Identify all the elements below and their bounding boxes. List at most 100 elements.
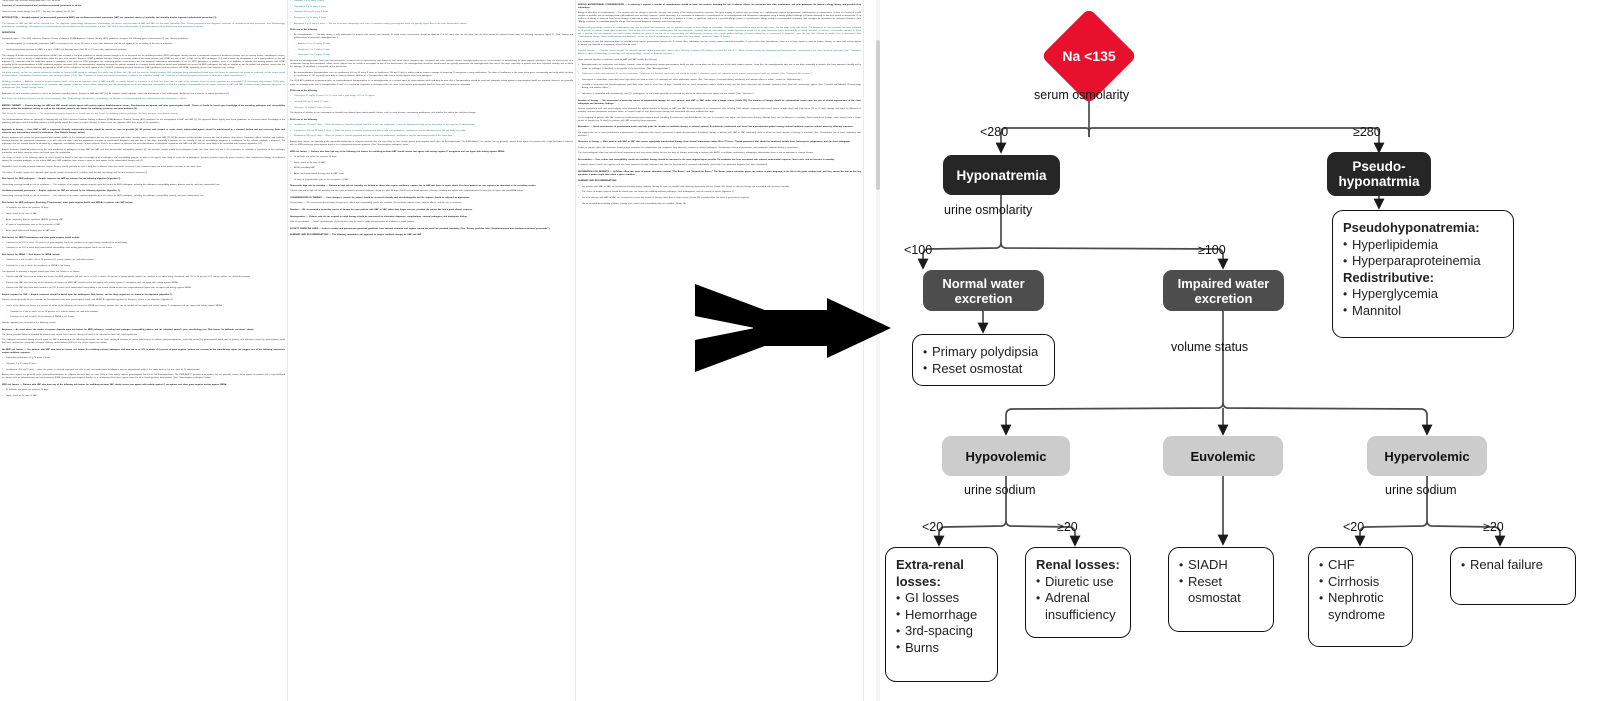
leafbox-hypervolemic-high-na[interactable]: Renal failure xyxy=(1450,547,1576,605)
document-line: IV antibiotic use within the previous 90… xyxy=(2,389,285,392)
extra-renal-heading: Extra-renal losses: xyxy=(896,557,964,589)
document-line: The choice of empiric regimen should be … xyxy=(578,191,861,194)
document-line: We recommend de-escalating antibiotic th… xyxy=(578,202,861,206)
extra-renal-item: Burns xyxy=(896,639,989,657)
document-line: SPECIAL ANTIMICROBIAL CONSIDERATIONS — I… xyxy=(578,3,861,9)
document-line: Ventilator-associated pneumonia — Empiri… xyxy=(2,190,121,193)
node-hypovolemic[interactable]: Hypovolemic xyxy=(942,436,1070,476)
document-line: Septic shock at the time of VAP xyxy=(2,213,285,216)
node-normal-water-excretion[interactable]: Normal water excretion xyxy=(923,270,1044,311)
document-line: SUMMARY AND RECOMMENDATIONS — The follow… xyxy=(290,234,422,237)
document-line: Treatment in a unit in which the prevale… xyxy=(2,316,285,319)
edge-label-volume-status: volume status xyxy=(1171,340,1249,354)
leafbox-hypervolemic-low-na[interactable]: CHFCirrhosisNephrotic syndrome xyxy=(1308,547,1413,647)
leafbox-extra-renal-losses[interactable]: Extra-renal losses: GI lossesHemorrhage3… xyxy=(885,547,998,682)
edge-label-lt280: <280 xyxy=(980,125,1009,139)
document-line: Hospital-acquired (or nosocomial) pneumo… xyxy=(2,43,285,46)
document-line: Patients with VAP who have any of the fo… xyxy=(2,282,285,285)
node-hypervolemic[interactable]: Hypervolemic xyxy=(1367,436,1487,476)
document-line: Potential toxicities — Clinicians should… xyxy=(578,50,861,56)
document-line: PLUS one of the following: xyxy=(290,118,318,121)
extra-renal-list: GI lossesHemorrhage3rd-spacingBurns xyxy=(896,590,989,656)
document-line: For these reasons, we feel that patients… xyxy=(2,72,285,78)
document-line: Empiric treatment should be influenced b… xyxy=(2,148,285,154)
euvolemic-list: SIADHReset osmostat xyxy=(1179,557,1265,607)
document-line: DEFINITIONS xyxy=(2,32,16,35)
document-line: Linezolid 600 mg IV every 12 hours xyxy=(290,101,573,104)
document-line: Aminoglycosides are nephrotoxic and otot… xyxy=(578,64,862,70)
document-line: Vancomycin is nephrotoxic, particularly … xyxy=(578,79,861,82)
document-line: Patients who are at high risk for mortal… xyxy=(290,190,524,193)
node-normal-water-excretion-label: Normal water excretion xyxy=(942,275,1025,306)
document-line: Gentamicin 5 to 7 mg/kg IV daily xyxy=(290,49,573,52)
document-line: No MDR risk factors — For patients with … xyxy=(2,349,285,355)
document-line: Levofloxacin 750 mg IV daily — when the … xyxy=(2,368,285,372)
normal-water-list: Primary polydipsiaReset osmostat xyxy=(923,344,1038,377)
document-line: The choice of empiric agents also depend… xyxy=(2,171,148,174)
document-line: Duration of therapy — We recommend a sev… xyxy=(578,99,861,105)
document-line: Cefepime 2 g IV every 8 hours xyxy=(290,0,573,3)
document-line: Risk factors for MDR pathogens — Empiric… xyxy=(2,178,121,181)
document-line: The decision of whether to use vancomyci… xyxy=(290,112,476,115)
document-line: De-escalation — We recommend de-escalati… xyxy=(290,202,463,205)
document-line: Cefepime 2 g IV every 8 hours xyxy=(2,363,285,366)
document-line: Imipenem 500 mg IV every 6 hours xyxy=(290,11,573,14)
document-line: PLUS one of the following: xyxy=(290,90,318,93)
document-line: Role of procalcitonin — Serial measureme… xyxy=(290,220,415,223)
document-line: Acute respiratory distress syndrome (ARD… xyxy=(2,218,285,222)
document-line: SUMMARY AND RECOMMENDATIONS xyxy=(578,180,617,183)
document-line: Patients with VAP who have no known risk… xyxy=(2,276,285,279)
document-line: Patients with VAP who have been treated … xyxy=(2,287,285,290)
node-impaired-water-excretion[interactable]: Impaired water excretion xyxy=(1163,270,1284,311)
leafbox-pseudohyponatremia[interactable]: Pseudohyponatremia: HyperlipidemiaHyperp… xyxy=(1332,210,1514,338)
document-line: An aminoglycoside — One-daily dosing is … xyxy=(290,34,574,40)
document-line: For patients with HAP or VAP, we recomme… xyxy=(578,185,861,189)
document-line: Tobramycin 5 to 7 mg/kg IV daily xyxy=(290,54,573,57)
document-line: Treatment of hospital-acquired and venti… xyxy=(2,5,81,8)
edge-label-lt100: <100 xyxy=(904,243,933,257)
document-line: Telavancin is associated with nephrotoxi… xyxy=(578,93,861,96)
edge-label-urine-osmolarity: urine osmolarity xyxy=(944,203,1033,217)
edge-label-urine-sodium-right: urine sodium xyxy=(1385,483,1457,497)
document-line: Patients should generally receive covera… xyxy=(2,299,174,302)
renal-losses-body: Renal losses: Diuretic useAdrenal insuff… xyxy=(1036,557,1122,623)
document-line: INTRODUCTION — Hospital-acquired (or nos… xyxy=(2,17,217,20)
node-euvolemic-label: Euvolemic xyxy=(1190,448,1256,464)
document-line: CONSIDERATIONS IN THERAPY — Once therapy… xyxy=(290,197,470,200)
document-line: PLUS one of the following: xyxy=(290,29,318,32)
document-line: Piperacillin-tazobactam 4.5 g IV every 6… xyxy=(2,357,285,360)
extra-renal-item: 3rd-spacing xyxy=(896,623,989,640)
document-line: IV antibiotic use within the previous 90… xyxy=(2,207,285,210)
document-line: In the subgroup of patients with VAP cau… xyxy=(578,116,861,122)
leafbox-normal-water-causes[interactable]: Primary polydipsiaReset osmostat xyxy=(912,334,1055,386)
leafbox-euvolemic-causes[interactable]: SIADHReset osmostat xyxy=(1168,547,1274,632)
document-line: Aztreonam 2 g IV every 8 hours — We use … xyxy=(290,22,573,26)
document-line: Treatment in a unit in which >10 to 20 p… xyxy=(2,259,285,262)
document-line: Treatment in a unit in which the prevale… xyxy=(2,265,285,268)
node-hyponatremia-label: Hyponatremia xyxy=(956,167,1047,183)
document-line: Because the aminoglycosides have poor lu… xyxy=(290,60,573,69)
node-hyponatremia[interactable]: Hyponatremia xyxy=(943,155,1060,195)
document-line: Among these agents, we generally prefer … xyxy=(290,141,573,147)
leafbox-renal-losses[interactable]: Renal losses: Diuretic useAdrenal insuff… xyxy=(1025,547,1131,638)
node-euvolemic[interactable]: Euvolemic xyxy=(1163,436,1283,476)
node-impaired-water-excretion-label: Impaired water excretion xyxy=(1177,275,1270,306)
document-line: Pneumonia types — The 2016 Infectious Di… xyxy=(2,37,189,40)
document-line: SOCIETY GUIDELINE LINKS — Links to socie… xyxy=(290,227,550,230)
document-line: Risk factors for MDR pathogens (Excludin… xyxy=(2,202,134,205)
document-line: Acute renal replacement therapy prior to… xyxy=(2,230,285,233)
renal-losses-list: Diuretic useAdrenal insufficiency xyxy=(1036,573,1122,624)
document-line: Risk factors for MRSA — Risk factors for… xyxy=(2,254,61,257)
flowchart-pane: Na <135 serum osmolarity <280 ≥280 urine… xyxy=(695,0,1600,701)
document-line: Determining coverage based on risk of re… xyxy=(2,183,221,186)
node-pseudo-hyponatremia[interactable]: Pseudo- hyponatrmia xyxy=(1327,152,1431,196)
document-line: De-escalation — Once culture and suscept… xyxy=(578,158,835,161)
pseudo-item: Hyperlipidemia xyxy=(1343,236,1505,254)
node-hypervolemic-label: Hypervolemic xyxy=(1384,448,1470,464)
document-line: The category of healthcare-associated pn… xyxy=(2,54,285,69)
edge-label-urine-sodium-left: urine sodium xyxy=(964,483,1036,497)
document-line: ≥5 days of hospitalization prior to the … xyxy=(2,224,285,227)
document-line: In patients whose cultures are negative … xyxy=(578,164,768,167)
document-line: The traditional intermittent dosing of e… xyxy=(2,339,285,345)
document-line: Specific regimens are presented in the f… xyxy=(2,321,56,324)
